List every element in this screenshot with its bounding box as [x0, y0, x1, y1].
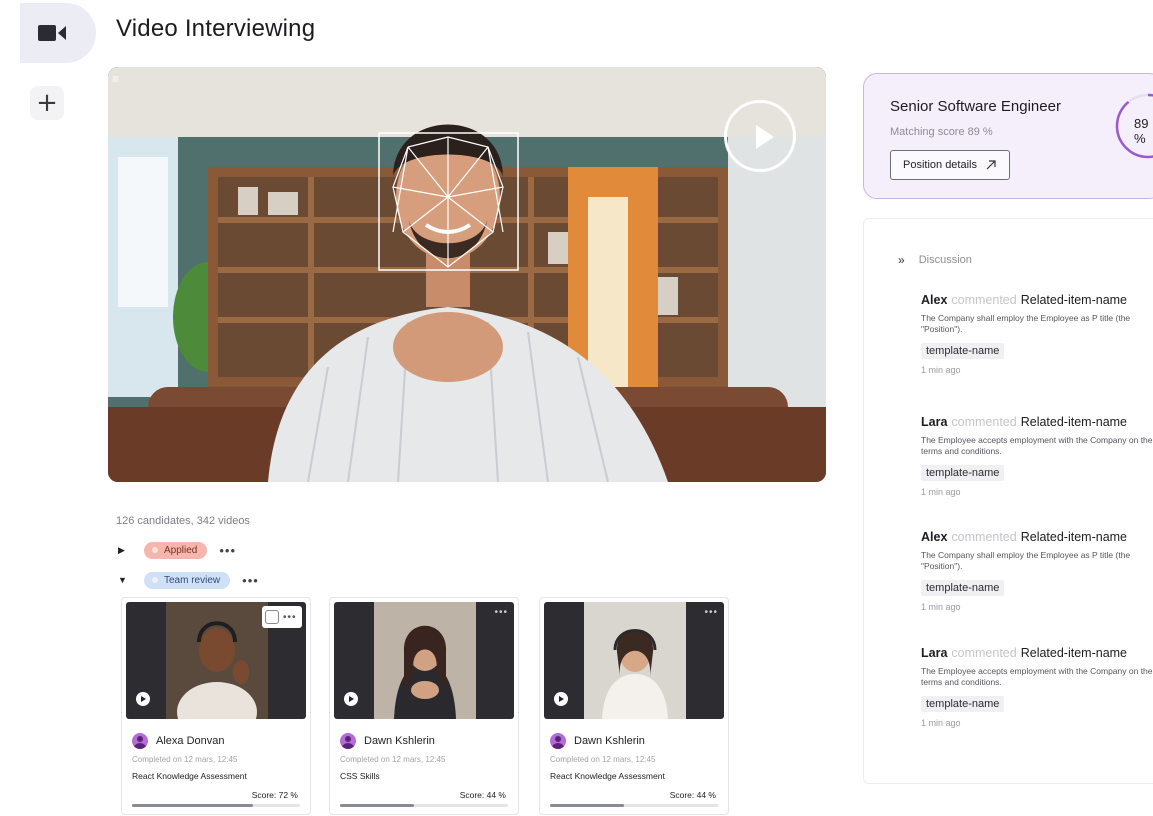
comment-body: The Employee accepts employment with the…: [921, 666, 1153, 687]
assessment-name: CSS Skills: [340, 771, 380, 781]
more-icon[interactable]: •••: [283, 612, 297, 623]
position-title: Senior Software Engineer: [890, 98, 1061, 115]
comment-body: The Company shall employ the Employee as…: [921, 313, 1131, 334]
play-icon[interactable]: [724, 100, 796, 172]
video-thumbnail[interactable]: •••: [334, 602, 514, 719]
comment-author[interactable]: Lara: [921, 646, 947, 660]
candidate-name: Dawn Kshlerin: [574, 735, 645, 747]
score-bar-fill: [132, 804, 253, 807]
completed-date: Completed on 12 mars, 12:45: [132, 755, 238, 764]
score-bar: [550, 804, 718, 807]
template-tag[interactable]: template-name: [921, 580, 1005, 596]
play-icon[interactable]: [136, 692, 150, 706]
avatar: [132, 733, 148, 749]
completed-date: Completed on 12 mars, 12:45: [550, 755, 656, 764]
comment-verb: commented: [951, 293, 1017, 307]
score-bar: [340, 804, 508, 807]
comment: Alex commented Related-item-name The Compa…: [921, 293, 1153, 375]
discussion-header: » Discussion: [898, 253, 972, 267]
candidate-name-row: Alexa Donvan: [132, 733, 225, 749]
comment-verb: commented: [951, 530, 1017, 544]
select-box[interactable]: •••: [262, 606, 302, 628]
comment-author[interactable]: Alex: [921, 293, 947, 307]
group-team-review[interactable]: ▼ Team review •••: [118, 570, 259, 590]
candidate-name: Alexa Donvan: [156, 735, 225, 747]
arrow-up-right-icon: [986, 160, 996, 170]
position-details-button[interactable]: Position details: [890, 150, 1010, 180]
score-label: Score: 44 %: [459, 790, 506, 800]
discussion-panel: » Discussion Alex commented Related-item-n…: [863, 218, 1153, 784]
play-icon[interactable]: [344, 692, 358, 706]
add-button[interactable]: +: [30, 86, 64, 120]
video-thumbnail[interactable]: •••: [544, 602, 724, 719]
candidate-name: Dawn Kshlerin: [364, 735, 435, 747]
more-icon[interactable]: •••: [242, 573, 259, 588]
status-badge-applied: Applied: [144, 541, 208, 559]
score-label: Score: 44 %: [669, 790, 716, 800]
template-tag[interactable]: template-name: [921, 696, 1005, 712]
comment-time: 1 min ago: [921, 487, 961, 497]
nav-video-interviewing[interactable]: [20, 3, 96, 63]
related-item-link[interactable]: Related-item-name: [1021, 415, 1127, 429]
comment-body: The Employee accepts employment with the…: [921, 435, 1153, 456]
video-camera-icon: [38, 25, 66, 41]
comment-time: 1 min ago: [921, 718, 961, 728]
candidate-card[interactable]: ••• Alexa Donvan Completed on 12 mars, 1…: [121, 597, 311, 815]
completed-date: Completed on 12 mars, 12:45: [340, 755, 446, 764]
comment: Lara commented Related-item-name The Emplo…: [921, 646, 1153, 728]
assessment-name: React Knowledge Assessment: [132, 771, 247, 781]
select-checkbox[interactable]: [265, 610, 279, 624]
score-bar-fill: [340, 804, 414, 807]
candidate-name-row: Dawn Kshlerin: [340, 733, 435, 749]
page-title: Video Interviewing: [116, 15, 316, 42]
caret-right-icon[interactable]: ▶: [118, 545, 134, 556]
score-label: Score: 72 %: [251, 790, 298, 800]
collapse-panel-icon[interactable]: »: [898, 253, 905, 267]
candidate-photo: [584, 602, 686, 719]
position-card: Senior Software Engineer Matching score …: [863, 73, 1153, 199]
candidate-name-row: Dawn Kshlerin: [550, 733, 645, 749]
score-bar-fill: [550, 804, 624, 807]
template-tag[interactable]: template-name: [921, 343, 1005, 359]
play-icon[interactable]: [554, 692, 568, 706]
comment-verb: commented: [951, 646, 1017, 660]
video-frame-image: [108, 67, 826, 482]
group-applied[interactable]: ▶ Applied •••: [118, 540, 236, 560]
candidate-photo: [166, 602, 268, 719]
video-player[interactable]: [108, 67, 826, 482]
template-tag[interactable]: template-name: [921, 465, 1005, 481]
matching-score-text: Matching score 89 %: [890, 126, 993, 138]
candidate-card[interactable]: ••• Dawn Kshlerin Completed on 12 mars, …: [329, 597, 519, 815]
video-thumbnail[interactable]: •••: [126, 602, 306, 719]
caret-down-icon[interactable]: ▼: [118, 575, 134, 585]
comment-author[interactable]: Lara: [921, 415, 947, 429]
comment-time: 1 min ago: [921, 602, 961, 612]
comment-author[interactable]: Alex: [921, 530, 947, 544]
candidate-card[interactable]: ••• Dawn Kshlerin Completed on 12 mars, …: [539, 597, 729, 815]
plus-icon: +: [36, 88, 58, 118]
avatar: [550, 733, 566, 749]
related-item-link[interactable]: Related-item-name: [1021, 646, 1127, 660]
avatar: [340, 733, 356, 749]
score-bar: [132, 804, 300, 807]
video-menu-icon[interactable]: ≡: [112, 72, 119, 86]
more-icon[interactable]: •••: [494, 607, 508, 618]
more-icon[interactable]: •••: [219, 543, 236, 558]
comment: Lara commented Related-item-name The Emplo…: [921, 415, 1153, 497]
related-item-link[interactable]: Related-item-name: [1021, 530, 1127, 544]
assessment-name: React Knowledge Assessment: [550, 771, 665, 781]
matching-score-value: 89 %: [1134, 116, 1149, 146]
comment-body: The Company shall employ the Employee as…: [921, 550, 1131, 571]
discussion-title: Discussion: [918, 254, 972, 266]
candidates-summary: 126 candidates, 342 videos: [116, 515, 250, 527]
comment-time: 1 min ago: [921, 365, 961, 375]
candidate-photo: [374, 602, 476, 719]
position-details-label: Position details: [903, 159, 977, 171]
comment-verb: commented: [951, 415, 1017, 429]
more-icon[interactable]: •••: [704, 607, 718, 618]
status-badge-team-review: Team review: [144, 571, 231, 589]
related-item-link[interactable]: Related-item-name: [1021, 293, 1127, 307]
comment: Alex commented Related-item-name The Compa…: [921, 530, 1153, 612]
